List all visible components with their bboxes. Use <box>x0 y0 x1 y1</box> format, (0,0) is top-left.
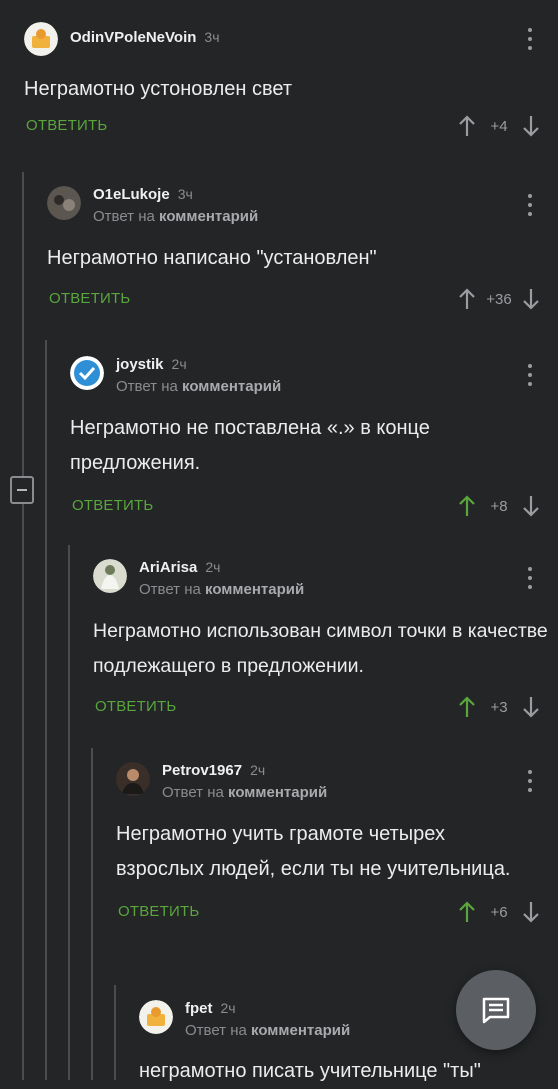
thread-line <box>91 748 93 1080</box>
comment-time: 2ч <box>205 559 221 575</box>
reply-to: Ответ на комментарий <box>185 1022 351 1039</box>
comment: OdinVPoleNeVoin 3ч Неграмотно устоновлен … <box>24 22 558 141</box>
comment-text: Неграмотно написано "установлен" <box>47 247 377 269</box>
arrow-up-icon[interactable] <box>458 287 476 311</box>
arrow-down-icon[interactable] <box>522 695 540 719</box>
vote-score: +8 <box>490 497 508 515</box>
arrow-down-icon[interactable] <box>522 287 540 311</box>
username[interactable]: fpet 2ч <box>185 1000 236 1017</box>
message-icon <box>482 997 510 1024</box>
comment-text: Неграмотно использован символ точки в ка… <box>93 620 548 677</box>
thread-line <box>68 545 70 1080</box>
thread-line <box>22 172 24 1080</box>
reply-button[interactable]: ОТВЕТИТЬ <box>26 117 107 134</box>
reply-to: Ответ на комментарий <box>139 581 305 598</box>
username[interactable]: O1eLukoje 3ч <box>93 186 193 203</box>
more-vertical-icon[interactable] <box>520 768 540 794</box>
vote-score: +6 <box>490 903 508 921</box>
username[interactable]: joystik 2ч <box>116 356 187 373</box>
more-vertical-icon[interactable] <box>520 192 540 218</box>
reply-button[interactable]: ОТВЕТИТЬ <box>95 698 176 715</box>
comment: Petrov1967 2ч Ответ на комментарий Неграм… <box>116 762 558 927</box>
arrow-up-icon[interactable] <box>458 695 476 719</box>
comment-time: 2ч <box>250 762 266 778</box>
vote-score: +36 <box>486 290 512 308</box>
more-vertical-icon[interactable] <box>520 362 540 388</box>
arrow-down-icon[interactable] <box>522 900 540 924</box>
comment: O1eLukoje 3ч Ответ на комментарий Неграмо… <box>47 186 558 314</box>
avatar[interactable] <box>70 356 104 390</box>
reply-button[interactable]: ОТВЕТИТЬ <box>118 903 199 920</box>
avatar[interactable] <box>93 559 127 593</box>
reply-to: Ответ на комментарий <box>93 208 259 225</box>
thread-line <box>45 340 47 1080</box>
avatar[interactable] <box>139 1000 173 1034</box>
comment: AriArisa 2ч Ответ на комментарий Неграмот… <box>93 559 558 722</box>
reply-to-link[interactable]: комментарий <box>182 378 281 395</box>
reply-to-link[interactable]: комментарий <box>251 1022 350 1039</box>
comment-text: Неграмотно не поставлена «.» в конце пре… <box>70 417 430 474</box>
comment-time: 3ч <box>177 186 193 202</box>
reply-to: Ответ на комментарий <box>162 784 328 801</box>
vote-score: +3 <box>490 698 508 716</box>
write-comment-button[interactable] <box>456 970 536 1050</box>
username[interactable]: OdinVPoleNeVoin 3ч <box>70 29 220 46</box>
avatar[interactable] <box>24 22 58 56</box>
comment-text: неграмотно писать учительнице "ты" <box>139 1060 481 1082</box>
username[interactable]: AriArisa 2ч <box>139 559 220 576</box>
comment-text: Неграмотно устоновлен свет <box>24 78 293 100</box>
comment: joystik 2ч Ответ на комментарий Неграмотн… <box>70 356 558 521</box>
comment-time: 2ч <box>171 356 187 372</box>
arrow-down-icon[interactable] <box>522 114 540 138</box>
more-vertical-icon[interactable] <box>520 26 540 52</box>
arrow-down-icon[interactable] <box>522 494 540 518</box>
vote-score: +4 <box>490 117 508 135</box>
username[interactable]: Petrov1967 2ч <box>162 762 265 779</box>
comment-time: 2ч <box>220 1000 236 1016</box>
arrow-up-icon[interactable] <box>458 114 476 138</box>
collapse-thread-button[interactable] <box>10 476 34 504</box>
reply-to-link[interactable]: комментарий <box>159 208 258 225</box>
thread-line <box>114 985 116 1080</box>
avatar[interactable] <box>116 762 150 796</box>
avatar[interactable] <box>47 186 81 220</box>
reply-button[interactable]: ОТВЕТИТЬ <box>72 497 153 514</box>
arrow-up-icon[interactable] <box>458 900 476 924</box>
arrow-up-icon[interactable] <box>458 494 476 518</box>
comment-text: Неграмотно учить грамоте четырех взрослы… <box>116 823 511 880</box>
comment-time: 3ч <box>204 29 220 45</box>
more-vertical-icon[interactable] <box>520 565 540 591</box>
reply-to-link[interactable]: комментарий <box>228 784 327 801</box>
reply-button[interactable]: ОТВЕТИТЬ <box>49 290 130 307</box>
reply-to-link[interactable]: комментарий <box>205 581 304 598</box>
reply-to: Ответ на комментарий <box>116 378 282 395</box>
